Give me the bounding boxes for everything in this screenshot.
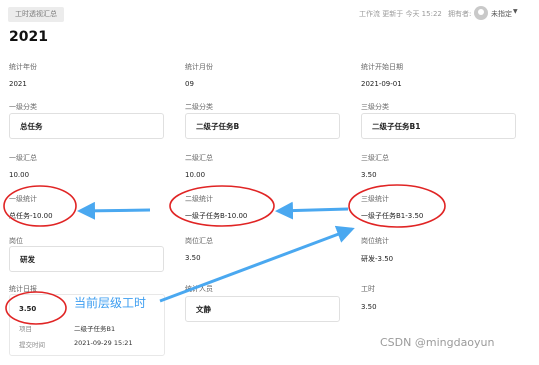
highlight-circle-stat1 <box>3 185 77 227</box>
annotation-text: 当前层级工时 <box>74 296 147 310</box>
arrow-to-stat3 <box>159 225 355 303</box>
highlight-circle-stat3 <box>348 184 446 228</box>
highlight-circle-daily <box>5 291 67 325</box>
watermark: CSDN @mingdaoyun <box>380 336 495 349</box>
arrow-to-stat2 <box>275 201 349 220</box>
arrow-to-stat1 <box>77 201 151 220</box>
highlight-circle-stat2 <box>169 185 275 227</box>
